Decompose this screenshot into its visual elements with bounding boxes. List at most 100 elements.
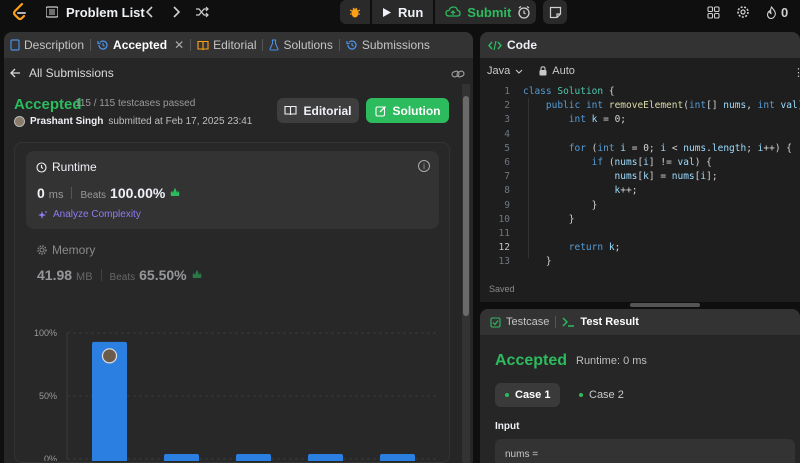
runtime-distribution-chart: 100% 50% 0% — [34, 328, 437, 461]
all-submissions-link[interactable]: All Submissions — [10, 64, 114, 82]
terminal-icon — [562, 317, 575, 327]
leetcode-badge-icon — [192, 270, 201, 278]
submitted-time: submitted at Feb 17, 2025 23:41 — [108, 116, 253, 127]
problem-list-button[interactable]: Problem List — [46, 2, 145, 22]
pass-dot-icon — [505, 393, 509, 397]
case-2-tab[interactable]: Case 2 — [569, 383, 634, 407]
pass-dot-icon — [579, 393, 583, 397]
chart-bar[interactable] — [236, 453, 271, 461]
input-value: nums = — [505, 449, 539, 460]
tab-test-result[interactable]: Test Result — [562, 316, 639, 328]
tab-submissions[interactable]: Submissions — [340, 32, 436, 58]
input-value-box[interactable]: nums = — [495, 439, 795, 463]
line-number: 9 — [504, 199, 510, 211]
line-number: 2 — [504, 100, 510, 112]
tab-solutions-label: Solutions — [283, 38, 333, 52]
auto-mode-toggle[interactable]: Auto — [539, 65, 575, 77]
runtime-card[interactable]: Runtime i 0 ms Beats 100.00% Analyze Com… — [26, 151, 439, 229]
flame-icon — [766, 5, 776, 19]
notes-button[interactable] — [543, 0, 567, 24]
leetcode-badge-icon — [170, 188, 180, 196]
tab-editorial[interactable]: Editorial — [191, 32, 262, 58]
history-icon — [346, 40, 357, 50]
chart-bar[interactable] — [308, 453, 343, 461]
divider — [71, 187, 73, 199]
clock-icon — [36, 161, 47, 173]
top-bar: Problem List Run Submit 0 — [0, 0, 800, 24]
solution-button[interactable]: Solution — [366, 98, 449, 123]
next-problem-icon[interactable] — [166, 2, 186, 22]
memory-number: 41.98 — [37, 267, 73, 283]
test-result-runtime: Runtime: 0 ms — [576, 355, 647, 367]
analyze-complexity-button[interactable]: Analyze Complexity — [38, 209, 141, 220]
tab-accepted[interactable]: Accepted ✕ — [91, 32, 190, 58]
submission-status: Accepted — [14, 96, 82, 113]
language-select[interactable]: Java — [487, 65, 523, 77]
user-avatar-marker — [101, 348, 118, 364]
more-options-icon[interactable]: ⋮ — [793, 66, 800, 79]
list-icon — [46, 6, 58, 18]
beats-label: Beats — [80, 190, 107, 201]
author-name[interactable]: Prashant Singh — [30, 116, 103, 127]
submit-button[interactable]: Submit — [435, 0, 522, 24]
prev-problem-icon[interactable] — [140, 2, 160, 22]
tab-description[interactable]: Description — [4, 32, 90, 58]
checkbox-icon — [490, 316, 501, 328]
line-code: class Solution { — [523, 86, 615, 97]
tab-accepted-label: Accepted — [113, 38, 168, 52]
cloud-upload-icon — [445, 6, 461, 17]
streak-counter[interactable]: 0 — [766, 3, 788, 21]
play-icon — [383, 7, 391, 17]
timer-button[interactable] — [512, 0, 536, 24]
auto-mode-label: Auto — [552, 65, 575, 77]
shuffle-icon[interactable] — [192, 2, 212, 22]
document-icon — [10, 39, 20, 51]
line-number: 8 — [504, 185, 510, 197]
editorial-button-label: Editorial — [303, 103, 352, 118]
panel-resize-handle[interactable] — [630, 303, 700, 307]
flask-icon — [269, 39, 280, 51]
leetcode-logo-icon[interactable] — [10, 2, 30, 22]
tab-solutions[interactable]: Solutions — [263, 32, 338, 58]
tab-description-label: Description — [24, 38, 85, 52]
layout-grid-icon[interactable] — [704, 3, 722, 21]
tab-submissions-label: Submissions — [361, 38, 430, 52]
edit-icon — [374, 105, 386, 117]
author-line: Prashant Singh submitted at Feb 17, 2025… — [14, 116, 252, 127]
line-code: } — [523, 199, 598, 211]
link-icon[interactable] — [451, 66, 465, 84]
scrollbar-thumb[interactable] — [463, 96, 469, 316]
editorial-button[interactable]: Editorial — [277, 98, 359, 123]
gear-icon[interactable] — [734, 3, 752, 21]
runtime-unit: ms — [48, 189, 64, 201]
info-icon[interactable]: i — [418, 160, 430, 172]
y-tick-label: 50% — [39, 391, 57, 401]
tab-testcase[interactable]: Testcase — [490, 316, 549, 328]
code-editor[interactable]: 1 class Solution {2 public int removeElem… — [480, 84, 800, 274]
memory-value: 41.98 MB Beats 65.50% — [37, 267, 203, 283]
line-number: 12 — [498, 242, 510, 254]
divider — [100, 269, 102, 281]
beats-percent: 100.00% — [110, 185, 166, 201]
avatar[interactable] — [14, 116, 25, 127]
problem-list-label: Problem List — [66, 4, 145, 20]
test-tab-bar: Testcase Test Result — [480, 309, 800, 335]
book-icon — [197, 40, 209, 50]
line-code: } — [523, 213, 575, 225]
left-panel: Description Accepted ✕ Editorial Solutio… — [4, 32, 473, 463]
close-tab-icon[interactable]: ✕ — [174, 38, 184, 52]
lock-icon — [539, 66, 547, 76]
run-button[interactable]: Run — [372, 0, 434, 24]
memory-title[interactable]: Memory — [37, 243, 95, 257]
line-number: 3 — [504, 114, 510, 126]
bug-icon — [349, 7, 361, 18]
line-code: if (nums[i] != val) { — [591, 157, 712, 168]
debug-button[interactable] — [340, 0, 370, 24]
editor-toolbar: Java Auto — [487, 65, 575, 77]
solution-button-label: Solution — [392, 103, 441, 118]
test-result-status: Accepted — [495, 352, 568, 369]
chart-bar[interactable] — [164, 453, 199, 461]
chart-bar[interactable] — [380, 453, 415, 461]
case-1-tab[interactable]: Case 1 — [495, 383, 561, 407]
left-scrollbar[interactable] — [462, 84, 470, 463]
